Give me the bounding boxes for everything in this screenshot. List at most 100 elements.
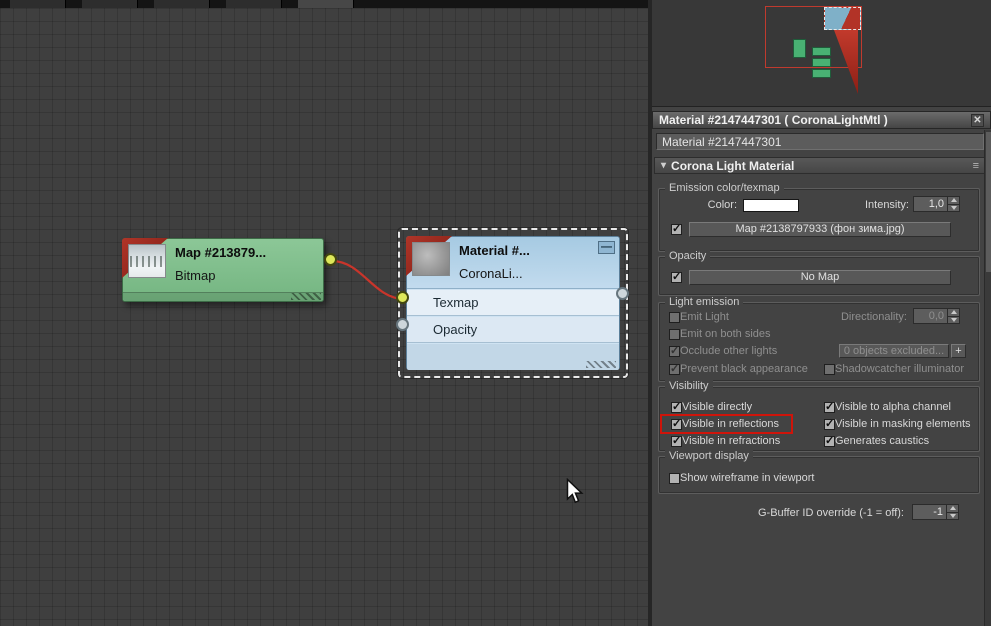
navigator-panel[interactable] <box>652 0 991 107</box>
view-tab[interactable] <box>154 0 210 8</box>
group-label: Viewport display <box>665 450 753 462</box>
node-title: Map #213879... <box>175 245 267 260</box>
prevent-black-checkbox[interactable] <box>669 362 680 375</box>
slot-texmap[interactable]: Texmap <box>407 290 619 316</box>
material-thumbnail[interactable] <box>412 242 450 276</box>
output-socket-bitmap[interactable] <box>324 253 337 266</box>
opacity-map-button[interactable]: No Map <box>689 269 951 285</box>
spinner-down-icon[interactable] <box>947 511 958 519</box>
rollout-corona-light-material[interactable]: ▾ Corona Light Material ≡ <box>654 157 986 174</box>
emission-map-button[interactable]: Map #2138797933 (фон зима.jpg) <box>689 221 951 237</box>
resize-grip-icon[interactable] <box>586 361 616 368</box>
directionality-label: Directionality: <box>840 311 907 323</box>
emit-both-sides-label: Emit on both sides <box>680 328 771 340</box>
generates-caustics-checkbox[interactable] <box>824 434 835 447</box>
group-viewport-display: Viewport display Show wireframe in viewp… <box>658 450 980 494</box>
panel-scrollbar-thumb[interactable] <box>986 132 991 272</box>
emit-both-sides-checkbox[interactable] <box>669 328 680 340</box>
corona-light-material-node[interactable]: Material #... CoronaLi... — Texmap Opaci… <box>406 236 620 370</box>
directionality-spinner[interactable]: 0,0 <box>913 308 960 324</box>
spinner-down-icon[interactable] <box>948 315 959 323</box>
emission-color-swatch[interactable] <box>743 198 799 212</box>
color-label: Color: <box>707 199 737 211</box>
group-label: Light emission <box>665 296 744 308</box>
view-tab-active[interactable] <box>298 0 354 8</box>
intensity-value[interactable]: 1,0 <box>913 196 947 212</box>
view-tab-strip <box>0 0 648 8</box>
visible-masking-checkbox[interactable] <box>824 417 835 430</box>
node-editor-canvas[interactable]: Map #213879... Bitmap Material #... Coro… <box>0 8 648 626</box>
mouse-cursor <box>566 478 584 504</box>
visible-alpha-label: Visible to alpha channel <box>835 401 951 413</box>
output-socket-material[interactable] <box>616 287 629 300</box>
intensity-label: Intensity: <box>864 199 909 211</box>
panel-scrollbar[interactable] <box>984 130 991 626</box>
emit-light-label: Emit Light <box>680 311 729 323</box>
visible-refractions-checkbox[interactable] <box>671 434 682 447</box>
node-title: Material #... <box>459 243 530 258</box>
rollout-menu-icon[interactable]: ≡ <box>973 160 979 172</box>
resize-grip-icon[interactable] <box>291 293 321 300</box>
visible-refractions-label: Visible in refractions <box>682 435 781 447</box>
node-subtitle: Bitmap <box>175 268 216 283</box>
bitmap-thumbnail-detail <box>130 256 164 267</box>
close-icon[interactable]: ✕ <box>971 113 984 127</box>
group-opacity: Opacity No Map <box>658 250 980 296</box>
view-tab[interactable] <box>82 0 138 8</box>
navigator-node-green <box>812 58 831 67</box>
occlude-other-lights-checkbox[interactable] <box>669 344 680 357</box>
objects-excluded-button[interactable]: 0 objects excluded... <box>839 344 949 358</box>
directionality-value[interactable]: 0,0 <box>913 308 947 324</box>
intensity-spinner[interactable]: 1,0 <box>913 196 960 212</box>
visible-directly-label: Visible directly <box>682 401 753 413</box>
bitmap-thumbnail[interactable] <box>128 244 166 278</box>
shadowcatcher-label: Shadowcatcher illuminator <box>835 363 965 375</box>
view-tab[interactable] <box>10 0 66 8</box>
node-minimize-button[interactable]: — <box>598 241 615 254</box>
node-subtitle: CoronaLi... <box>459 266 523 281</box>
navigator-node-green <box>793 39 806 58</box>
visible-directly-checkbox[interactable] <box>671 400 682 413</box>
bitmap-node[interactable]: Map #213879... Bitmap <box>122 238 324 302</box>
rollout-title: Corona Light Material <box>671 158 795 173</box>
input-socket-texmap[interactable] <box>396 291 409 304</box>
emission-map-checkbox[interactable] <box>671 222 682 235</box>
gbuffer-spinner[interactable]: -1 <box>912 504 959 520</box>
rollout-expand-icon: ▾ <box>661 160 667 171</box>
group-visibility: Visibility Visible directly Visible to a… <box>658 380 980 452</box>
navigator-selected-node <box>824 7 861 30</box>
material-name-field[interactable] <box>656 133 984 150</box>
gbuffer-label: G-Buffer ID override (-1 = off): <box>757 507 904 519</box>
group-label: Emission color/texmap <box>665 182 784 194</box>
material-titlebar[interactable]: Material #2147447301 ( CoronaLightMtl ) … <box>652 111 991 129</box>
generates-caustics-label: Generates caustics <box>835 435 930 447</box>
show-wireframe-checkbox[interactable] <box>669 472 680 484</box>
group-label: Visibility <box>665 380 713 392</box>
input-socket-opacity[interactable] <box>396 318 409 331</box>
opacity-map-checkbox[interactable] <box>671 270 682 283</box>
shadowcatcher-checkbox[interactable] <box>824 363 835 375</box>
selection-outline: Material #... CoronaLi... — Texmap Opaci… <box>398 228 628 378</box>
show-wireframe-label: Show wireframe in viewport <box>680 472 815 484</box>
slot-opacity[interactable]: Opacity <box>407 317 619 343</box>
visible-alpha-checkbox[interactable] <box>824 400 835 413</box>
group-label: Opacity <box>665 250 711 262</box>
occlude-other-lights-label: Occlude other lights <box>680 345 778 357</box>
node-footer <box>123 292 323 301</box>
navigator-node-green <box>812 47 831 56</box>
emit-light-checkbox[interactable] <box>669 311 680 323</box>
navigator-node-green <box>812 69 831 78</box>
exclude-add-button[interactable]: + <box>951 344 966 358</box>
material-title: Material #2147447301 ( CoronaLightMtl ) <box>659 113 888 127</box>
group-emission: Emission color/texmap Color: Intensity: … <box>658 182 980 252</box>
right-panel: Material #2147447301 ( CoronaLightMtl ) … <box>652 0 991 626</box>
highlight-annotation-box <box>660 414 793 434</box>
prevent-black-label: Prevent black appearance <box>680 363 808 375</box>
view-tab[interactable] <box>226 0 282 8</box>
spinner-down-icon[interactable] <box>948 203 959 211</box>
material-parameters-panel: Material #2147447301 ( CoronaLightMtl ) … <box>652 108 991 626</box>
group-light-emission: Light emission Emit Light Directionality… <box>658 296 980 382</box>
gbuffer-value[interactable]: -1 <box>912 504 946 520</box>
node-footer <box>407 344 619 370</box>
visible-masking-label: Visible in masking elements <box>835 418 971 430</box>
